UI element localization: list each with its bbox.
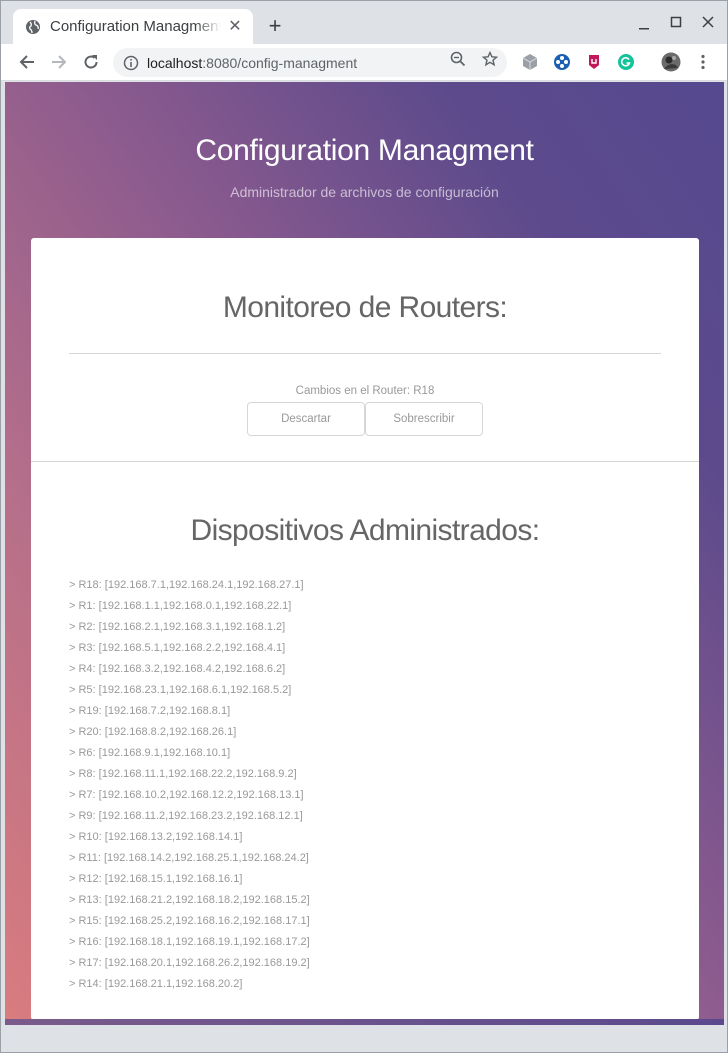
extension-icon[interactable] bbox=[553, 53, 571, 71]
list-item: > R14: [192.168.21.1,192.168.20.2] bbox=[69, 978, 243, 990]
info-icon[interactable] bbox=[123, 55, 139, 71]
list-item: > R1: [192.168.1.1,192.168.0.1,192.168.2… bbox=[69, 600, 292, 612]
monitor-title: Monitoreo de Routers: bbox=[222, 291, 508, 324]
address-path: :8080/config-managment bbox=[202, 54, 358, 71]
extension-icon[interactable] bbox=[617, 53, 635, 71]
device-list: > R18: [192.168.7.1,192.168.24.1,192.168… bbox=[69, 578, 659, 998]
browser-window: Configuration Managment ✕ + localhost:80… bbox=[0, 0, 728, 1053]
globe-icon bbox=[26, 19, 40, 34]
tab-strip: Configuration Managment ✕ + bbox=[1, 1, 727, 44]
new-tab-button[interactable]: + bbox=[263, 15, 287, 39]
list-item: > R8: [192.168.11.1,192.168.22.2,192.168… bbox=[69, 768, 297, 780]
list-item: > R20: [192.168.8.2,192.168.26.1] bbox=[69, 726, 237, 738]
list-item: > R15: [192.168.25.2,192.168.16.2,192.16… bbox=[69, 915, 310, 927]
discard-button[interactable]: Descartar bbox=[247, 402, 365, 436]
list-item: > R9: [192.168.11.2,192.168.23.2,192.168… bbox=[69, 810, 303, 822]
tab-title: Configuration Managment bbox=[50, 18, 221, 35]
avatar[interactable] bbox=[661, 52, 681, 72]
list-item: > R7: [192.168.10.2,192.168.12.2,192.168… bbox=[69, 789, 304, 801]
back-icon[interactable] bbox=[15, 50, 39, 74]
list-item: > R18: [192.168.7.1,192.168.24.1,192.168… bbox=[69, 579, 304, 591]
list-item: > R13: [192.168.21.2,192.168.18.2,192.16… bbox=[69, 894, 310, 906]
list-item: > R11: [192.168.14.2,192.168.25.1,192.16… bbox=[69, 852, 309, 864]
list-item: > R16: [192.168.18.1,192.168.19.1,192.16… bbox=[69, 936, 310, 948]
divider bbox=[69, 353, 661, 354]
list-item: > R17: [192.168.20.1,192.168.26.2,192.16… bbox=[69, 957, 310, 969]
close-icon[interactable]: ✕ bbox=[227, 18, 243, 35]
list-item: > R6: [192.168.9.1,192.168.10.1] bbox=[69, 747, 231, 759]
address-bar[interactable]: localhost:8080/config-managment bbox=[113, 48, 507, 77]
maximize-icon[interactable] bbox=[661, 11, 691, 35]
page-subtitle: Administrador de archivos de configuraci… bbox=[230, 184, 499, 200]
forward-icon[interactable] bbox=[47, 50, 71, 74]
list-item: > R2: [192.168.2.1,192.168.3.1,192.168.1… bbox=[69, 621, 286, 633]
window-close-icon[interactable] bbox=[693, 11, 723, 35]
zoom-icon[interactable] bbox=[450, 51, 466, 67]
address-host: localhost bbox=[147, 54, 203, 71]
extension-icon[interactable] bbox=[521, 53, 539, 71]
overwrite-button[interactable]: Sobrescribir bbox=[365, 402, 483, 436]
list-item: > R3: [192.168.5.1,192.168.2.2,192.168.4… bbox=[69, 642, 286, 654]
list-item: > R12: [192.168.15.1,192.168.16.1] bbox=[69, 873, 243, 885]
extension-icon[interactable] bbox=[585, 53, 603, 71]
menu-icon[interactable] bbox=[694, 53, 712, 71]
page-content: Configuration Managment Administrador de… bbox=[5, 82, 724, 1025]
list-item: > R5: [192.168.23.1,192.168.6.1,192.168.… bbox=[69, 684, 292, 696]
address-text: localhost:8080/config-managment bbox=[147, 55, 357, 71]
section-divider bbox=[31, 461, 699, 462]
router-changes-text: Cambios en el Router: R18 bbox=[295, 385, 435, 397]
reload-icon[interactable] bbox=[79, 50, 103, 74]
list-item: > R10: [192.168.13.2,192.168.14.1] bbox=[69, 831, 243, 843]
devices-title: Dispositivos Administrados: bbox=[190, 514, 541, 547]
main-card: Monitoreo de Routers: Cambios en el Rout… bbox=[31, 238, 699, 1020]
list-item: > R19: [192.168.7.2,192.168.8.1] bbox=[69, 705, 231, 717]
page-footer-strip bbox=[5, 1019, 724, 1025]
browser-toolbar: localhost:8080/config-managment bbox=[1, 44, 727, 81]
list-item: > R4: [192.168.3.2,192.168.4.2,192.168.6… bbox=[69, 663, 286, 675]
minimize-icon[interactable] bbox=[629, 11, 659, 35]
page-title: Configuration Managment bbox=[195, 134, 534, 167]
star-icon[interactable] bbox=[482, 51, 498, 67]
browser-tab[interactable]: Configuration Managment ✕ bbox=[13, 9, 253, 44]
